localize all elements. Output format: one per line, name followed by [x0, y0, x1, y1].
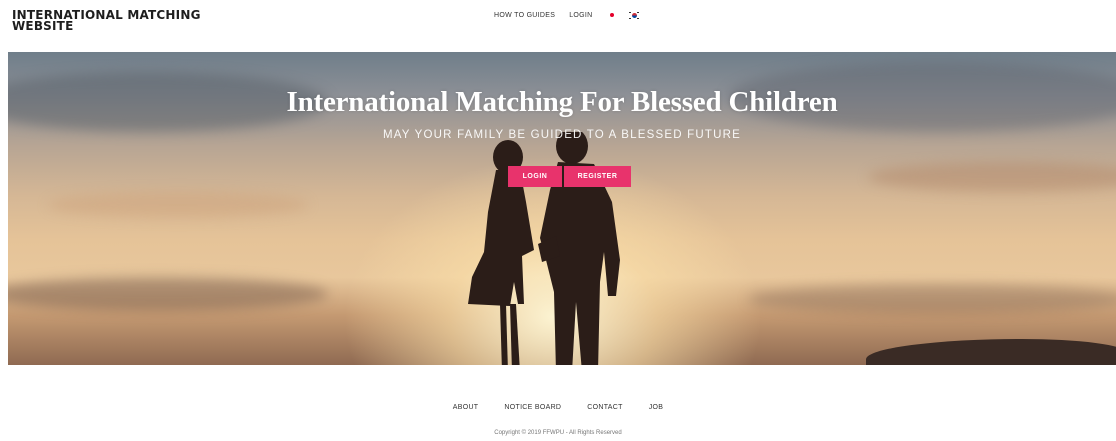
site-header: INTERNATIONAL MATCHING WEBSITE HOW TO GU…: [0, 0, 1116, 52]
cloud-decoration: [8, 277, 328, 311]
nav-login[interactable]: LOGIN: [569, 12, 592, 19]
copyright-text: Copyright © 2019 FFWPU - All Rights Rese…: [494, 430, 622, 436]
site-logo[interactable]: INTERNATIONAL MATCHING WEBSITE: [12, 9, 222, 32]
hero-subtitle: MAY YOUR FAMILY BE GUIDED TO A BLESSED F…: [383, 129, 741, 141]
nav-how-to-guides[interactable]: HOW TO GUIDES: [494, 12, 555, 19]
cloud-decoration: [48, 192, 308, 218]
footer-link-job[interactable]: JOB: [649, 404, 664, 411]
footer-nav: ABOUT NOTICE BOARD CONTACT JOB: [0, 404, 1116, 411]
footer-link-notice-board[interactable]: NOTICE BOARD: [504, 404, 561, 411]
japanese-flag-icon[interactable]: [607, 12, 617, 19]
hero-actions: LOGIN REGISTER: [508, 166, 631, 187]
hero-title: International Matching For Blessed Child…: [286, 86, 838, 118]
footer-link-about[interactable]: ABOUT: [453, 404, 479, 411]
hero-banner: International Matching For Blessed Child…: [8, 52, 1116, 365]
login-button[interactable]: LOGIN: [508, 166, 562, 187]
footer-link-contact[interactable]: CONTACT: [587, 404, 622, 411]
top-nav: HOW TO GUIDES LOGIN: [494, 10, 651, 20]
cloud-decoration: [748, 284, 1116, 314]
korean-flag-icon[interactable]: [628, 11, 639, 19]
register-button[interactable]: REGISTER: [564, 166, 631, 187]
hill-silhouette: [866, 339, 1116, 365]
cloud-decoration: [868, 162, 1116, 192]
